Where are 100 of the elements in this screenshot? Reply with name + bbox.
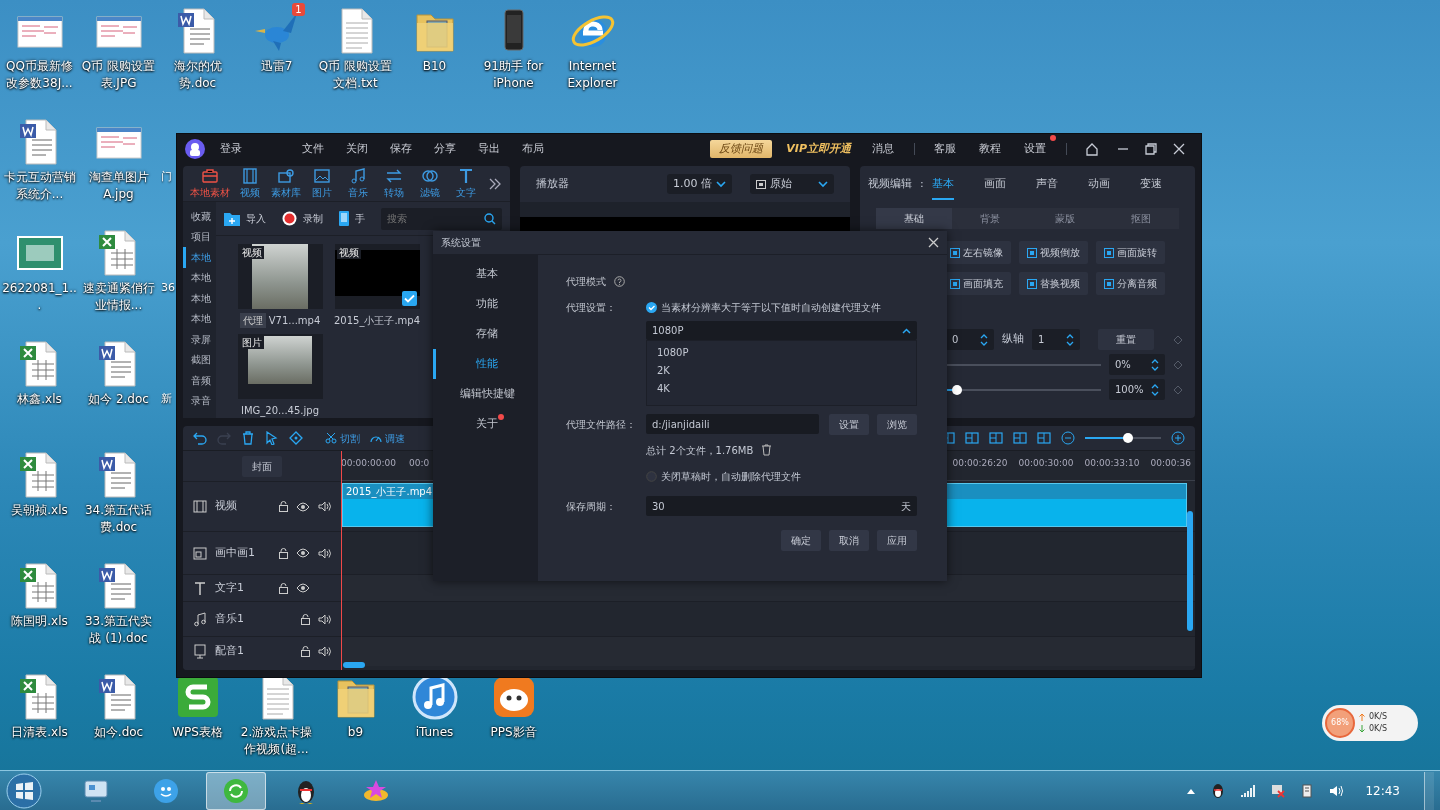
property-tab[interactable]: 动画 bbox=[1087, 171, 1110, 200]
settings-nav-item[interactable]: 存储 bbox=[433, 319, 538, 349]
speaker-icon[interactable] bbox=[318, 613, 331, 625]
settings-nav-item[interactable]: 性能 bbox=[433, 349, 538, 379]
horizontal-scrollbar[interactable] bbox=[343, 662, 365, 668]
browse-button[interactable]: 浏览 bbox=[877, 413, 917, 435]
zoom-in-icon[interactable] bbox=[1171, 431, 1185, 445]
lock-icon[interactable] bbox=[279, 547, 288, 559]
search-field[interactable]: 搜索 bbox=[380, 207, 502, 230]
penguin-icon[interactable] bbox=[1211, 782, 1226, 799]
lock-icon[interactable] bbox=[279, 501, 288, 512]
menu-item[interactable]: 关闭 bbox=[335, 140, 379, 158]
sidebar-item[interactable]: 本地 bbox=[183, 247, 216, 268]
undo-icon[interactable] bbox=[193, 431, 207, 445]
desktop-icon-label[interactable]: WPS表格 bbox=[158, 724, 237, 741]
edit-button[interactable]: 画面旋转 bbox=[1096, 241, 1165, 264]
caret-up-icon[interactable] bbox=[1187, 787, 1196, 794]
settings-nav-item[interactable]: 基本 bbox=[433, 259, 538, 289]
ok-button[interactable]: 确定 bbox=[781, 530, 821, 551]
property-tab[interactable]: 声音 bbox=[1035, 171, 1058, 200]
spinner-arrows-icon[interactable] bbox=[1151, 383, 1159, 396]
media-tab[interactable]: 视频 bbox=[236, 167, 264, 200]
property-subtab[interactable]: 背景 bbox=[951, 208, 1028, 229]
desktop-icon-label[interactable]: 陈国明.xls bbox=[0, 613, 79, 630]
more-icon[interactable] bbox=[488, 176, 502, 191]
edit-button[interactable]: 视频倒放 bbox=[1019, 241, 1088, 264]
cover-button[interactable]: 封面 bbox=[242, 455, 282, 477]
speaker-icon[interactable] bbox=[318, 646, 331, 657]
settings-nav-item[interactable]: 功能 bbox=[433, 289, 538, 319]
login-link[interactable]: 登录 bbox=[209, 140, 253, 158]
network-error-icon[interactable] bbox=[1271, 783, 1286, 798]
property-tab[interactable]: 画面 bbox=[983, 171, 1006, 200]
property-subtab[interactable]: 基础 bbox=[876, 208, 952, 229]
media-tab[interactable]: 图片 bbox=[308, 167, 336, 200]
menu-item[interactable]: 布局 bbox=[511, 140, 555, 158]
vip-link[interactable]: VIP立即开通 bbox=[786, 140, 851, 158]
property-subtab[interactable]: 蒙版 bbox=[1027, 208, 1104, 229]
record-button[interactable]: 录制 bbox=[281, 211, 323, 226]
spinner-arrows-icon[interactable] bbox=[980, 333, 988, 346]
resolution-dropdown[interactable]: 1080P bbox=[646, 321, 917, 340]
media-thumbnail[interactable]: 视频 bbox=[237, 244, 323, 309]
lock-icon[interactable] bbox=[301, 646, 310, 657]
sidebar-item[interactable]: 录音 bbox=[183, 390, 216, 411]
slider-thumb[interactable] bbox=[952, 384, 963, 395]
clock-time[interactable]: 12:43 bbox=[1365, 781, 1400, 800]
ratio-dropdown[interactable]: 原始 bbox=[750, 173, 834, 195]
set-button[interactable]: 设置 bbox=[829, 413, 869, 435]
sidebar-item[interactable]: 收藏 bbox=[183, 206, 216, 227]
toolbar-link[interactable]: 设置 bbox=[1013, 133, 1058, 165]
checkbox-checked-icon[interactable] bbox=[401, 291, 417, 306]
number-field[interactable]: 0 bbox=[946, 329, 994, 350]
lock-icon[interactable] bbox=[301, 613, 310, 625]
home-icon[interactable] bbox=[1085, 142, 1099, 156]
dropdown-option[interactable]: 2K bbox=[647, 361, 916, 379]
desktop-icon-label[interactable]: 如今.doc bbox=[79, 724, 158, 741]
spinner-arrows-icon[interactable] bbox=[1151, 358, 1159, 371]
auto-delete-radio[interactable]: 关闭草稿时，自动删除代理文件 bbox=[646, 468, 801, 484]
speaker-icon[interactable] bbox=[318, 501, 331, 512]
help-icon[interactable] bbox=[614, 275, 625, 287]
settings-nav-item[interactable]: 编辑快捷键 bbox=[433, 379, 538, 409]
media-tab[interactable]: 转场 bbox=[380, 167, 408, 200]
columns-icon[interactable] bbox=[965, 431, 979, 445]
sidebar-item[interactable]: 本地 bbox=[183, 288, 216, 309]
eye-icon[interactable] bbox=[296, 501, 310, 512]
phone-button[interactable]: 手 bbox=[338, 211, 365, 226]
sidebar-item[interactable]: 录屏 bbox=[183, 329, 216, 350]
desktop-icon-label[interactable]: 34.第五代话费.doc bbox=[79, 502, 158, 536]
number-field[interactable]: 0% bbox=[1109, 354, 1165, 375]
sidebar-item[interactable]: 本地 bbox=[183, 308, 216, 329]
app-logo-icon[interactable] bbox=[185, 139, 205, 159]
restore-icon[interactable] bbox=[1145, 143, 1157, 155]
property-tab[interactable]: 基本 bbox=[931, 171, 954, 200]
search-icon[interactable] bbox=[484, 212, 496, 225]
menu-item[interactable]: 保存 bbox=[379, 140, 423, 158]
sidebar-item[interactable]: 音频 bbox=[183, 370, 216, 391]
vertical-scrollbar[interactable] bbox=[1187, 511, 1193, 631]
lock-icon[interactable] bbox=[279, 582, 288, 594]
speed-dropdown[interactable]: 1.00 倍 bbox=[667, 173, 732, 195]
close-icon[interactable] bbox=[928, 237, 939, 248]
media-tab[interactable]: 本地素材 bbox=[191, 167, 228, 200]
volume-icon[interactable] bbox=[1329, 784, 1344, 797]
spinner-arrows-icon[interactable] bbox=[1066, 333, 1074, 346]
media-thumbnail[interactable]: 视频 bbox=[334, 244, 420, 309]
checkbox-checked-icon[interactable] bbox=[646, 301, 657, 313]
toolbar-link[interactable]: 消息 bbox=[861, 133, 906, 165]
zoom-out-icon[interactable] bbox=[1061, 431, 1075, 445]
period-field[interactable]: 30 天 bbox=[646, 496, 917, 516]
close-icon[interactable] bbox=[1173, 143, 1185, 155]
import-button[interactable]: 导入 bbox=[223, 211, 266, 226]
device-icon[interactable] bbox=[1301, 783, 1314, 798]
eye-icon[interactable] bbox=[296, 548, 310, 558]
toolbar-link[interactable]: 客服 bbox=[923, 133, 968, 165]
diamond-icon[interactable] bbox=[289, 431, 303, 445]
cancel-button[interactable]: 取消 bbox=[829, 530, 869, 551]
sidebar-item[interactable]: 截图 bbox=[183, 349, 216, 370]
desktop-icon-label[interactable]: 33.第五代实战 (1).doc bbox=[79, 613, 158, 647]
auto-proxy-checkbox[interactable]: 当素材分辨率大于等于以下值时自动创建代理文件 bbox=[646, 299, 881, 315]
desktop-icon-label[interactable]: b9 bbox=[316, 724, 395, 741]
cut-button[interactable]: 切割 bbox=[325, 430, 360, 446]
signal-bars-icon[interactable] bbox=[1241, 784, 1256, 797]
